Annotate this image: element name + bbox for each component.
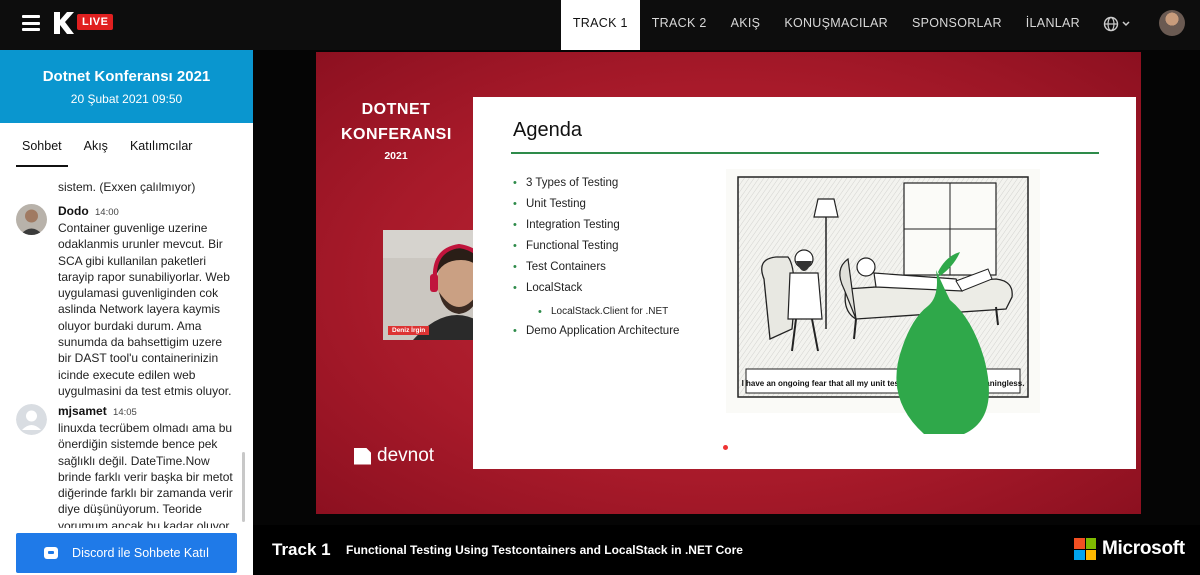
- chat-timestamp: 14:00: [95, 207, 119, 218]
- speaker-name-tag: Deniz İrgin: [388, 326, 430, 335]
- session-info-bar: Track 1 Functional Testing Using Testcon…: [253, 525, 1200, 575]
- discord-join-button[interactable]: Discord ile Sohbete Katıl: [16, 533, 237, 573]
- devnot-icon: [354, 447, 371, 465]
- agenda-title: Agenda: [513, 119, 582, 141]
- chat-message-tail: sistem. (Exxen çalılmıyor): [58, 180, 196, 194]
- event-date: 20 Şubat 2021 09:50: [70, 92, 183, 106]
- devnot-label: devnot: [377, 445, 435, 466]
- devnot-logo: devnot: [354, 445, 434, 467]
- nav-sponsorlar[interactable]: SPONSORLAR: [900, 0, 1014, 50]
- pear-decoration-icon: [896, 252, 989, 434]
- discord-button-label: Discord ile Sohbete Katıl: [72, 546, 209, 560]
- chat-timestamp: 14:05: [113, 407, 137, 418]
- agenda-item: Unit Testing: [513, 198, 679, 219]
- agenda-item: LocalStack: [513, 282, 679, 303]
- nav-ilanlar[interactable]: İLANLAR: [1014, 0, 1092, 50]
- agenda-item: Functional Testing: [513, 240, 679, 261]
- presentation-slide: DOTNET KONFERANSI 2021 Deniz İrgin devno…: [316, 52, 1141, 514]
- agenda-item: Demo Application Architecture: [513, 325, 679, 346]
- sponsor-logo[interactable]: Microsoft: [1074, 538, 1185, 560]
- video-player[interactable]: DOTNET KONFERANSI 2021 Deniz İrgin devno…: [253, 50, 1200, 525]
- slide-brand: DOTNET KONFERANSI 2021: [341, 97, 451, 162]
- sidebar-tabs: Sohbet Akış Katılımcılar: [0, 123, 253, 167]
- avatar[interactable]: [16, 404, 47, 435]
- event-info: Dotnet Konferansı 2021 20 Şubat 2021 09:…: [0, 50, 253, 123]
- main-nav: TRACK 1 TRACK 2 AKIŞ KONUŞMACILAR SPONSO…: [560, 0, 1092, 50]
- agenda-card: Agenda 3 Types of Testing Unit Testing I…: [473, 97, 1136, 469]
- chat-scrollbar[interactable]: [242, 452, 245, 522]
- tab-akis[interactable]: Akış: [78, 123, 114, 167]
- agenda-list: 3 Types of Testing Unit Testing Integrat…: [513, 177, 679, 346]
- agenda-item: Test Containers: [513, 261, 679, 282]
- chat-username[interactable]: Dodo: [58, 204, 89, 218]
- chat-message-text: linuxda tecrübem olmadı ama bu önerdiğin…: [58, 421, 233, 528]
- slide-brand-year: 2021: [384, 150, 408, 162]
- agenda-subitem: LocalStack.Client for .NET: [513, 303, 679, 325]
- agenda-divider: [511, 152, 1099, 154]
- microsoft-logo-icon: [1074, 538, 1096, 560]
- discord-icon: [44, 547, 59, 559]
- pointer-dot: [723, 445, 728, 450]
- user-avatar[interactable]: [1159, 10, 1185, 36]
- kommunity-logo-icon[interactable]: [54, 12, 74, 34]
- sidebar: Dotnet Konferansı 2021 20 Şubat 2021 09:…: [0, 50, 253, 575]
- live-badge: LIVE: [77, 14, 114, 30]
- top-bar: LIVE TRACK 1 TRACK 2 AKIŞ KONUŞMACILAR S…: [0, 0, 1200, 50]
- chat-messages[interactable]: sistem. (Exxen çalılmıyor) Dodo 14:00 Co…: [0, 178, 253, 528]
- nav-konusmacilar[interactable]: KONUŞMACILAR: [772, 0, 900, 50]
- chat-message-text: Container guvenlige uzerine odaklanmis u…: [58, 221, 232, 398]
- nav-track-2[interactable]: TRACK 2: [640, 0, 719, 50]
- agenda-item: Integration Testing: [513, 219, 679, 240]
- event-title: Dotnet Konferansı 2021: [42, 68, 211, 85]
- sponsor-name: Microsoft: [1102, 538, 1185, 559]
- talk-title: Functional Testing Using Testcontainers …: [346, 543, 743, 557]
- agenda-item: 3 Types of Testing: [513, 177, 679, 198]
- nav-track-1[interactable]: TRACK 1: [560, 0, 640, 50]
- language-globe-icon[interactable]: [1103, 15, 1133, 33]
- slide-brand-line1: DOTNET: [361, 101, 431, 118]
- menu-icon[interactable]: [22, 15, 40, 31]
- chat-username[interactable]: mjsamet: [58, 404, 107, 418]
- avatar[interactable]: [16, 204, 47, 235]
- tab-sohbet[interactable]: Sohbet: [16, 123, 68, 167]
- tab-katilimcilar[interactable]: Katılımcılar: [124, 123, 199, 167]
- slide-brand-line2: KONFERANSI: [341, 126, 452, 143]
- track-label: Track 1: [272, 540, 331, 559]
- nav-akis[interactable]: AKIŞ: [719, 0, 773, 50]
